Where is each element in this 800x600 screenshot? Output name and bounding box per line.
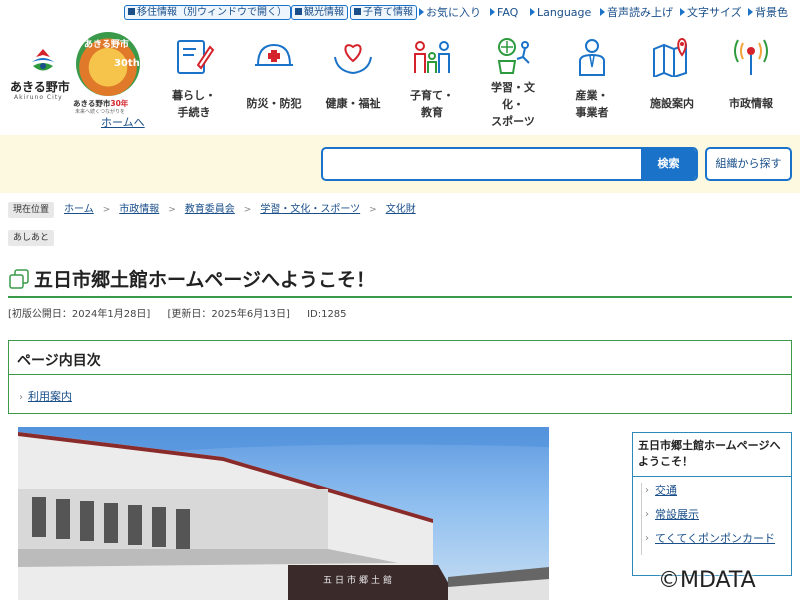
- org-search-button[interactable]: 組織から探す: [705, 147, 792, 181]
- page-meta: [初版公開日：2024年1月28日] [更新日：2025年6月13日] ID:1…: [8, 305, 361, 320]
- breadcrumb-board-of-education[interactable]: 教育委員会: [185, 204, 235, 215]
- arrow-right-icon: [419, 8, 424, 16]
- util-bg-color-link[interactable]: 背景色: [748, 5, 788, 20]
- nav-childcare[interactable]: 子育て・ 教育: [393, 35, 471, 135]
- watermark: ©MDATA: [658, 568, 756, 593]
- chevron-right-icon: >: [102, 205, 111, 215]
- side-menu-item: › てくてくポンポンカード: [642, 531, 786, 547]
- arrow-right-icon: [490, 8, 495, 16]
- page-title: 五日市郷土館ホームページへようこそ！: [34, 269, 376, 291]
- square-icon: [354, 8, 361, 15]
- family-icon: [414, 41, 450, 73]
- util-speech-link[interactable]: 音声読み上げ: [600, 5, 673, 20]
- city-name: あきる野市: [10, 80, 70, 94]
- side-link-tekuteku-card[interactable]: てくてくポンポンカード: [655, 532, 775, 545]
- side-menu-item: › 常設展示: [642, 507, 786, 523]
- nav-city-info[interactable]: 市政情報: [712, 35, 790, 135]
- side-menu: 五日市郷土館ホームページへようこそ！ › 交通 › 常設展示 › てくてくポンポンカー…: [632, 432, 792, 576]
- breadcrumb-home[interactable]: ホーム: [64, 204, 94, 215]
- breadcrumb-label: 現在位置: [8, 202, 55, 218]
- title-square-icon: [9, 269, 29, 289]
- side-menu-list: › 交通 › 常設展示 › てくてくポンポンカード: [641, 483, 786, 555]
- arrow-right-icon: [530, 8, 535, 16]
- breadcrumb: ホーム > 市政情報 > 教育委員会 > 学習・文化・スポーツ > 文化財: [64, 202, 416, 218]
- chevron-right-icon: ›: [19, 392, 23, 403]
- util-favorites-link[interactable]: お気に入り: [419, 5, 481, 20]
- updated-date: [更新日：2025年6月13日]: [167, 309, 290, 320]
- chevron-right-icon: ›: [645, 533, 649, 544]
- toc-header: ページ内目次: [9, 341, 791, 375]
- helmet-icon: [255, 43, 293, 66]
- nav-facilities[interactable]: 施設案内: [633, 35, 711, 135]
- nav-learning[interactable]: 学習・文 化・ スポーツ: [474, 35, 552, 135]
- anniversary-badge[interactable]: あきる野市 30th あきる野市30年 未来へ続くつながりを: [73, 32, 143, 127]
- chevron-right-icon: ›: [645, 509, 649, 520]
- title-divider: [8, 296, 792, 298]
- utility-bar: 移住情報（別ウィンドウで開く） 観光情報 子育て情報 お気に入り FAQ Lan…: [0, 5, 800, 21]
- util-faq-link[interactable]: FAQ: [490, 5, 518, 20]
- arrow-right-icon: [748, 8, 753, 16]
- search-button[interactable]: 検索: [641, 149, 696, 179]
- business-person-icon: [579, 39, 605, 76]
- page-id: ID:1285: [307, 309, 347, 320]
- home-link[interactable]: ホームへ: [101, 114, 145, 130]
- museum-sign: 五日市郷土館: [323, 576, 396, 586]
- chevron-right-icon: >: [168, 205, 176, 215]
- museum-photo: 五日市郷土館: [18, 427, 549, 600]
- side-menu-item: › 交通: [642, 483, 786, 499]
- nav-living[interactable]: 暮らし・ 手続き: [155, 35, 233, 135]
- side-link-exhibits[interactable]: 常設展示: [655, 508, 699, 521]
- square-icon: [128, 8, 135, 15]
- util-childcare-link[interactable]: 子育て情報: [350, 5, 417, 20]
- side-link-access[interactable]: 交通: [655, 484, 677, 497]
- anniversary-mascot-icon: あきる野市 30th: [76, 32, 140, 96]
- arrow-right-icon: [680, 8, 685, 16]
- nav-industry[interactable]: 産業・ 事業者: [553, 35, 631, 135]
- sports-culture-icon: [497, 38, 530, 74]
- util-font-size-link[interactable]: 文字サイズ: [680, 5, 742, 20]
- chevron-right-icon: >: [243, 205, 252, 215]
- arrow-right-icon: [600, 8, 605, 16]
- footprint-tag[interactable]: あしあと: [8, 230, 55, 246]
- antenna-icon: [734, 39, 768, 75]
- breadcrumb-city-info[interactable]: 市政情報: [119, 204, 159, 215]
- city-name-en: Akiruno City: [14, 94, 63, 101]
- breadcrumb-cultural-assets[interactable]: 文化財: [386, 204, 416, 215]
- chevron-right-icon: >: [369, 205, 377, 215]
- chevron-right-icon: ›: [645, 485, 649, 496]
- museum-building-image: [18, 427, 549, 600]
- breadcrumb-learning[interactable]: 学習・文化・スポーツ: [260, 204, 360, 215]
- search-input[interactable]: [323, 149, 643, 179]
- published-date: [初版公開日：2024年1月28日]: [8, 309, 151, 320]
- page-toc: ページ内目次 › 利用案内: [8, 340, 792, 414]
- search-form: 検索: [321, 147, 698, 181]
- document-pen-icon: [177, 40, 215, 74]
- util-language-link[interactable]: Language: [530, 5, 591, 20]
- nav-disaster[interactable]: 防災・防犯: [235, 35, 313, 135]
- city-logo[interactable]: あきる野市 Akiruno City: [10, 48, 75, 103]
- toc-link-usage[interactable]: 利用案内: [28, 390, 72, 403]
- util-tourism-link[interactable]: 観光情報: [291, 5, 348, 20]
- square-icon: [295, 8, 302, 15]
- util-migration-link[interactable]: 移住情報（別ウィンドウで開く）: [124, 5, 291, 20]
- city-emblem-icon: [32, 49, 54, 71]
- nav-health[interactable]: 健康・福祉: [314, 35, 392, 135]
- side-menu-title: 五日市郷土館ホームページへようこそ！: [633, 433, 791, 477]
- map-pin-icon: [653, 37, 687, 77]
- heart-hands-icon: [334, 44, 372, 75]
- toc-item: › 利用案内: [19, 388, 72, 404]
- toc-title: ページ内目次: [17, 353, 101, 369]
